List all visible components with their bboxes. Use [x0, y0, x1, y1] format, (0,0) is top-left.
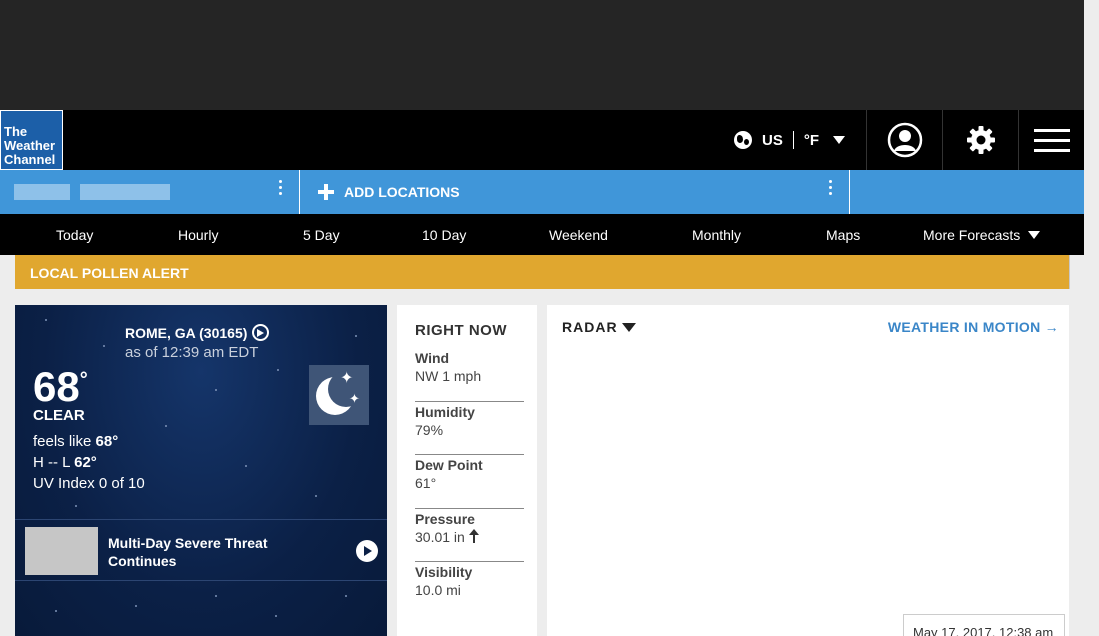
arrow-up-icon	[468, 528, 479, 543]
logo-line-2: Weather	[4, 138, 56, 153]
observation-time: as of 12:39 am EDT	[125, 344, 259, 361]
logo-line-3: Channel	[4, 152, 56, 167]
play-icon[interactable]	[356, 540, 378, 562]
nav-maps[interactable]: Maps	[826, 227, 860, 243]
wind-label: Wind	[415, 350, 450, 366]
plus-icon	[318, 184, 334, 200]
feels-like-value: 68°	[95, 433, 119, 450]
caret-down-icon	[621, 322, 636, 332]
chevron-down-icon	[833, 136, 846, 144]
dew-point-label: Dew Point	[415, 457, 483, 473]
more-options-icon[interactable]	[279, 180, 283, 198]
degree-symbol: °	[79, 369, 88, 391]
settings-button[interactable]	[942, 110, 1018, 170]
list-item: Wind NW 1 mph	[415, 348, 524, 402]
visibility-label: Visibility	[415, 564, 473, 580]
divider	[792, 131, 794, 149]
feels-like: feels like 68°	[33, 433, 118, 450]
pressure-value-text: 30.01 in	[415, 528, 465, 545]
dew-point-value: 61°	[415, 475, 437, 491]
menu-button[interactable]	[1018, 110, 1084, 170]
high-low: H -- L 62°	[33, 454, 97, 471]
pressure-label: Pressure	[415, 510, 475, 527]
scroll-gutter	[1084, 0, 1099, 636]
visibility-value: 10.0 mi	[415, 582, 461, 598]
wind-value: NW 1 mph	[415, 368, 482, 384]
globe-icon	[734, 131, 752, 149]
add-locations-label: ADD LOCATIONS	[344, 184, 460, 200]
gear-icon	[966, 126, 995, 154]
clear-night-icon: ✦ ✦	[309, 365, 369, 425]
pollen-alert-banner[interactable]: LOCAL POLLEN ALERT	[15, 255, 1070, 289]
list-item: Dew Point 61°	[415, 455, 524, 509]
list-item: Pressure 30.01 in	[415, 509, 524, 562]
more-options-icon[interactable]	[829, 180, 833, 198]
location-label: ROME, GA (30165)	[125, 324, 248, 341]
pressure-value: 30.01 in	[415, 528, 524, 546]
right-now-list: Wind NW 1 mph Humidity 79% Dew Point 61°…	[415, 348, 524, 616]
feels-like-label: feels like	[33, 433, 96, 450]
nav-hourly[interactable]: Hourly	[178, 227, 218, 243]
user-icon	[887, 122, 922, 158]
current-conditions-card: ROME, GA (30165) as of 12:39 am EDT 68° …	[15, 305, 387, 636]
add-locations-button[interactable]: ADD LOCATIONS	[300, 170, 850, 214]
forecast-nav: Today Hourly 5 Day 10 Day Weekend Monthl…	[0, 214, 1084, 255]
high-low-label: H -- L	[33, 454, 75, 471]
region-unit-selector[interactable]: US °F	[734, 110, 846, 170]
radar-dropdown[interactable]: RADAR	[562, 319, 636, 335]
video-title[interactable]: Multi-Day Severe Threat Continues	[108, 534, 308, 570]
nav-more-forecasts[interactable]: More Forecasts	[923, 227, 1041, 243]
humidity-label: Humidity	[415, 403, 475, 420]
location-bar: ADD LOCATIONS	[0, 170, 1084, 214]
condition-phrase: CLEAR	[33, 407, 85, 424]
weather-in-motion-link[interactable]: WEATHER IN MOTION →	[888, 319, 1059, 335]
nav-10-day[interactable]: 10 Day	[422, 227, 466, 243]
top-blank-area	[0, 0, 1084, 110]
temperature-value: 68	[33, 363, 80, 410]
right-now-card: RIGHT NOW Wind NW 1 mph Humidity 79% Dew…	[397, 305, 537, 636]
alert-text: LOCAL POLLEN ALERT	[30, 265, 189, 281]
location-name[interactable]: ROME, GA (30165)	[125, 324, 270, 341]
video-teaser[interactable]: Multi-Day Severe Threat Continues	[15, 519, 387, 581]
location-placeholder	[14, 184, 70, 200]
profile-button[interactable]	[866, 110, 942, 170]
site-header: The Weather Channel US °F	[0, 110, 1084, 170]
arrow-circle-icon	[252, 324, 270, 341]
nav-monthly[interactable]: Monthly	[692, 227, 741, 243]
chevron-down-icon	[1028, 231, 1041, 239]
uv-index: UV Index 0 of 10	[33, 475, 145, 492]
region-label: US	[762, 131, 783, 149]
nav-weekend[interactable]: Weekend	[549, 227, 608, 243]
right-now-title: RIGHT NOW	[415, 322, 507, 339]
weather-channel-logo[interactable]: The Weather Channel	[0, 110, 63, 170]
radar-title: RADAR	[562, 319, 618, 335]
video-thumbnail[interactable]	[25, 527, 98, 575]
nav-today[interactable]: Today	[56, 227, 93, 243]
nav-5-day[interactable]: 5 Day	[303, 227, 340, 243]
map-attribution	[555, 627, 645, 636]
humidity-value: 79%	[415, 421, 444, 438]
list-item: Humidity 79%	[415, 402, 524, 455]
unit-label: °F	[803, 131, 820, 149]
nav-more-forecasts-label: More Forecasts	[923, 227, 1021, 243]
radar-card: RADAR WEATHER IN MOTION → May 17, 2017, …	[547, 305, 1069, 636]
hamburger-icon	[1033, 122, 1070, 159]
location-placeholder	[80, 184, 170, 200]
radar-timestamp: May 17, 2017, 12:38 am	[903, 614, 1065, 636]
current-temperature: 68°	[33, 363, 88, 411]
saved-location-slot[interactable]	[0, 170, 300, 214]
logo-line-1: The	[4, 124, 28, 139]
low-value: 62°	[74, 454, 97, 471]
list-item: Visibility 10.0 mi	[415, 562, 524, 616]
